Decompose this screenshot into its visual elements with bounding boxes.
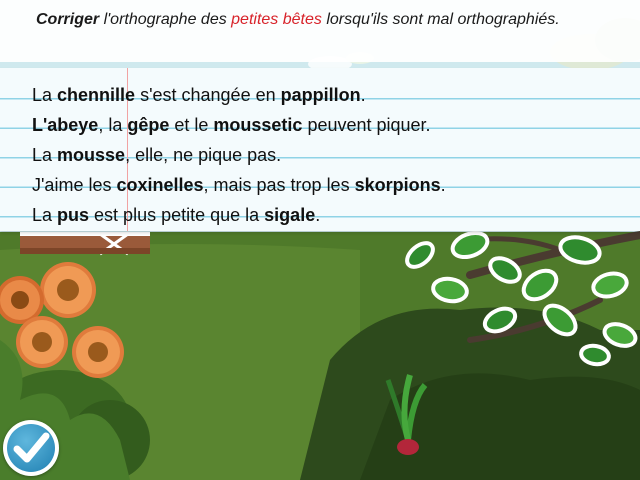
instruction-text: Corriger l'orthographe des petites bêtes… (0, 0, 640, 62)
sentence-text: La (32, 145, 58, 165)
sentence-text: J'aime les (32, 175, 117, 195)
sentence-text: , mais pas trop les (203, 175, 355, 195)
misspelled-word[interactable]: skorpions (355, 175, 441, 195)
sentence-line: J'aime les coxinelles, mais pas trop les… (32, 170, 446, 200)
instruction-part1: l'orthographe des (99, 11, 232, 28)
instruction-part2: lorsqu'ils sont mal orthographiés. (321, 11, 560, 28)
sentence-list: La chennille s'est changée en pappillon.… (32, 80, 446, 230)
checkmark-icon (13, 432, 50, 463)
misspelled-word[interactable]: chennille (57, 85, 135, 105)
sentence-text: La (32, 205, 58, 225)
sentence-text: et le (169, 115, 214, 135)
misspelled-word[interactable]: pus (57, 205, 89, 225)
sentence-line: La mousse, elle, ne pique pas. (32, 140, 446, 170)
instruction-verb: Corriger (36, 11, 100, 28)
misspelled-word[interactable]: sigale (264, 205, 315, 225)
sentence-text: . (360, 85, 366, 105)
misspelled-word[interactable]: gêpe (127, 115, 169, 135)
validate-button[interactable] (3, 420, 59, 476)
sentence-text: , elle, ne pique pas. (125, 145, 282, 165)
sentence-text: La (32, 85, 58, 105)
misspelled-word[interactable]: moussetic (213, 115, 302, 135)
sentence-text: est plus petite que la (89, 205, 265, 225)
sentence-text: . (440, 175, 446, 195)
sentence-text: , la (98, 115, 128, 135)
misspelled-word[interactable]: mousse (57, 145, 125, 165)
sentence-line: La chennille s'est changée en pappillon. (32, 80, 446, 110)
sentence-line: L'abeye, la gêpe et le moussetic peuvent… (32, 110, 446, 140)
notebook-paper: La chennille s'est changée en pappillon.… (0, 68, 640, 231)
shed (20, 232, 150, 256)
instruction-highlight: petites bêtes (231, 11, 322, 28)
sentence-text: . (315, 205, 321, 225)
sentence-text: peuvent piquer. (302, 115, 431, 135)
sentence-text: s'est changée en (135, 85, 281, 105)
misspelled-word[interactable]: coxinelles (116, 175, 203, 195)
sentence-line: La pus est plus petite que la sigale. (32, 200, 446, 230)
misspelled-word[interactable]: L'abeye (32, 115, 98, 135)
misspelled-word[interactable]: pappillon (281, 85, 361, 105)
